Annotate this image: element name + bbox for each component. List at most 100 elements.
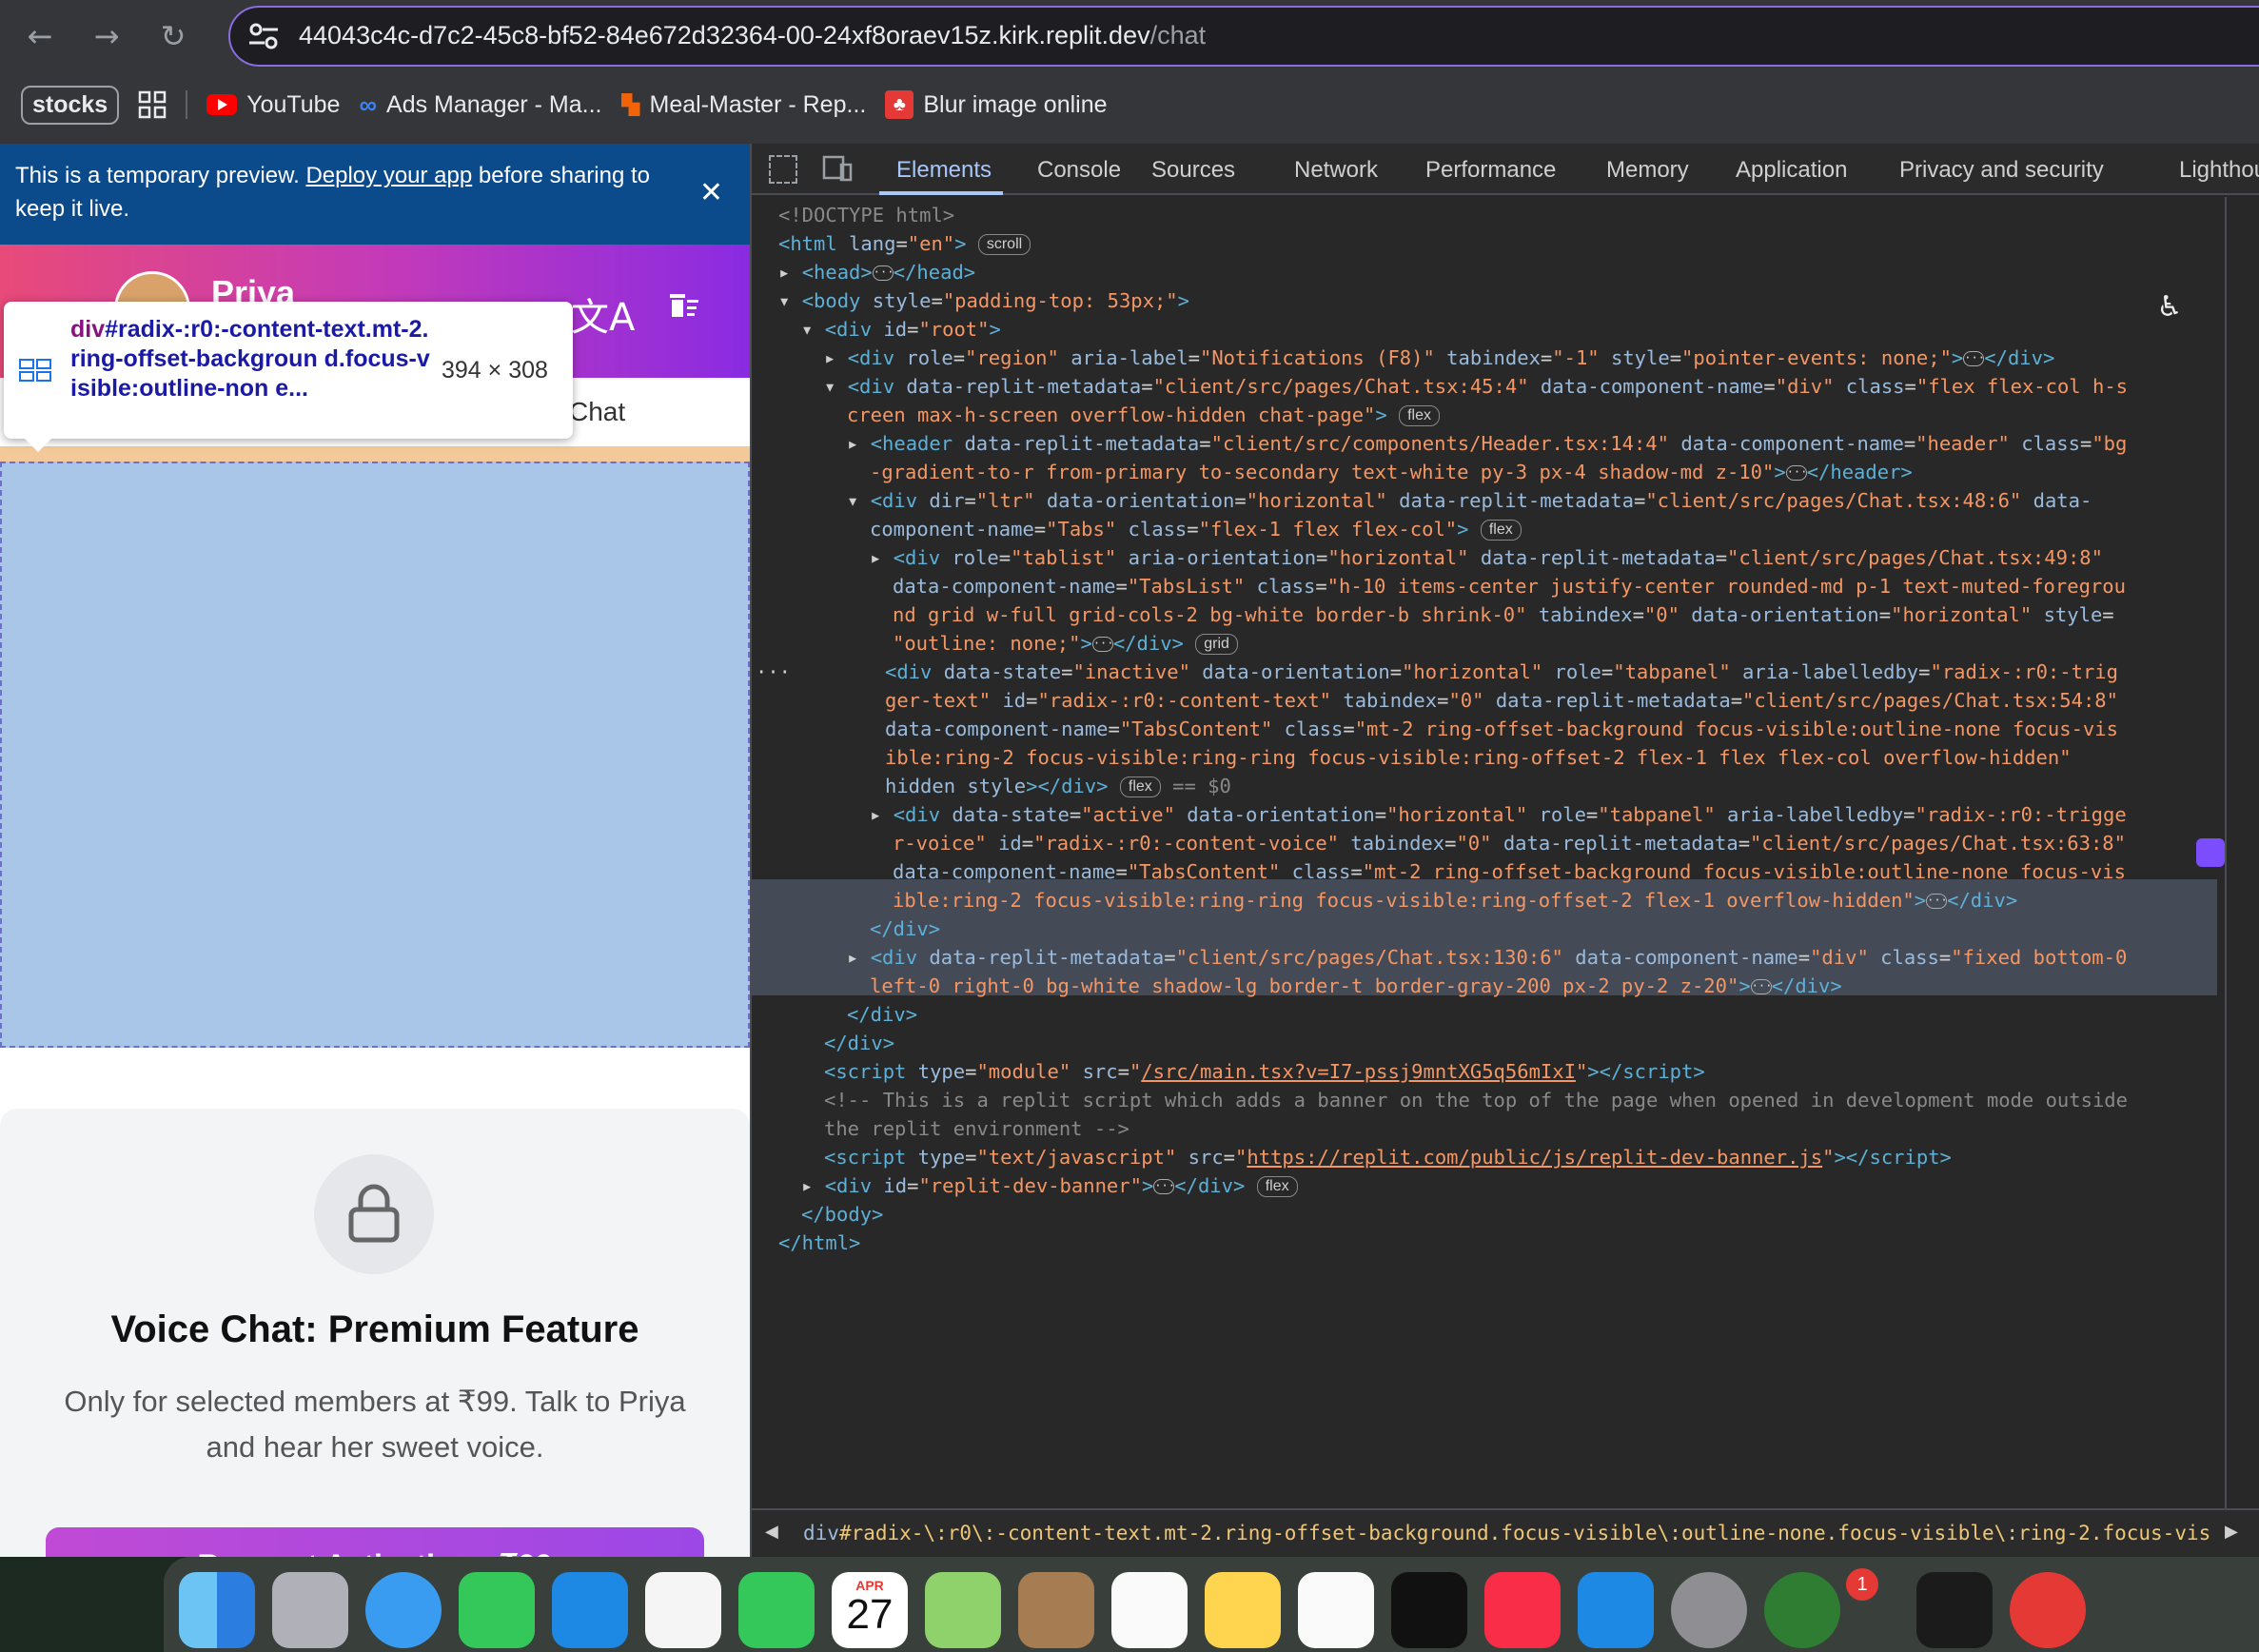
dom-line[interactable]: nd grid w-full grid-cols-2 bg-white bord… <box>893 600 2114 629</box>
inspected-element-highlight <box>0 462 750 1048</box>
tab-network[interactable]: Network <box>1294 157 1378 184</box>
dom-line[interactable]: </div> <box>870 914 940 943</box>
dom-line[interactable]: data-component-name="TabsList" class="h-… <box>893 572 2126 600</box>
dom-line[interactable]: <div data-state="inactive" data-orientat… <box>885 658 2118 686</box>
crumb-scroll-left-icon[interactable]: ◀ <box>765 1522 778 1542</box>
dom-line[interactable]: ▸ <header data-replit-metadata="client/s… <box>847 429 2127 458</box>
contacts-icon[interactable] <box>1018 1572 1094 1648</box>
dom-line[interactable]: <html lang="en"> scroll <box>778 229 1031 258</box>
dom-line[interactable]: </div> <box>847 1000 917 1029</box>
photos-icon[interactable] <box>645 1572 721 1648</box>
dom-line[interactable]: ▾ <div dir="ltr" data-orientation="horiz… <box>847 486 2092 515</box>
dom-line[interactable]: ▸ <div role="tablist" aria-orientation="… <box>870 543 2103 572</box>
dom-line[interactable]: ▾ <body style="padding-top: 53px;"> <box>778 286 1189 315</box>
reminders-icon[interactable] <box>1111 1572 1188 1648</box>
deploy-link[interactable]: Deploy your app <box>305 163 472 188</box>
app-store-icon[interactable] <box>1578 1572 1654 1648</box>
dom-line[interactable]: ▸ <div data-replit-metadata="client/src/… <box>847 943 2127 972</box>
back-icon[interactable]: ← <box>19 15 61 57</box>
styles-pane-edge[interactable] <box>2225 197 2259 1510</box>
chatgpt-icon[interactable] <box>1764 1572 1840 1648</box>
music-icon[interactable] <box>1484 1572 1561 1648</box>
dom-line[interactable]: hidden style></div> flex == $0 <box>885 772 1231 800</box>
messages-icon[interactable] <box>459 1572 535 1648</box>
dom-line[interactable]: </div> <box>824 1029 894 1057</box>
dom-line[interactable]: </body> <box>801 1200 883 1229</box>
maps-icon[interactable] <box>925 1572 1001 1648</box>
notes-icon[interactable] <box>1205 1572 1281 1648</box>
dom-line[interactable]: "outline: none;">···</div> grid <box>893 629 1238 658</box>
bookmark-stocks[interactable]: stocks <box>21 85 120 125</box>
dom-line[interactable]: ible:ring-2 focus-visible:ring-ring focu… <box>885 743 2072 772</box>
dom-line[interactable]: ible:ring-2 focus-visible:ring-ring focu… <box>893 886 2017 914</box>
dom-line[interactable]: ▸ <head>···</head> <box>778 258 975 286</box>
dom-line[interactable]: creen max-h-screen overflow-hidden chat-… <box>847 401 1440 429</box>
tab-elements[interactable]: Elements <box>896 157 992 184</box>
tab-memory[interactable]: Memory <box>1606 157 1689 184</box>
accessibility-icon[interactable]: ♿ <box>2151 288 2189 326</box>
dom-tree[interactable]: <!DOCTYPE html> <html lang="en"> scroll … <box>752 197 2225 1510</box>
bookmark-ads-manager[interactable]: ∞ Ads Manager - Ma... <box>359 90 601 120</box>
dom-line-selected-marker[interactable]: ··· <box>756 658 791 686</box>
dom-line[interactable]: ger-text" id="radix-:r0:-content-text" t… <box>885 686 2118 715</box>
freeform-icon[interactable] <box>1298 1572 1374 1648</box>
crumb-tag: div <box>803 1522 839 1544</box>
dom-line[interactable]: <script type="module" src="/src/main.tsx… <box>824 1057 1705 1086</box>
mail-icon[interactable] <box>552 1572 628 1648</box>
tab-application[interactable]: Application <box>1736 157 1847 184</box>
dom-line[interactable]: ▾ <div data-replit-metadata="client/src/… <box>824 372 2128 401</box>
reload-icon[interactable]: ↻ <box>152 15 194 57</box>
tab-voice-chat[interactable]: Chat <box>569 397 625 427</box>
safari-icon[interactable] <box>365 1572 442 1648</box>
close-icon[interactable]: ✕ <box>699 176 723 209</box>
site-settings-icon[interactable] <box>247 21 280 51</box>
dom-line[interactable]: ▸ <div data-state="active" data-orientat… <box>870 800 2127 829</box>
crumb-scroll-right-icon[interactable]: ▶ <box>2225 1522 2238 1542</box>
premium-card: Voice Chat: Premium Feature Only for sel… <box>0 1109 750 1557</box>
apps-grid-icon[interactable] <box>138 90 167 119</box>
dom-line[interactable]: <script type="text/javascript" src="http… <box>824 1143 1952 1171</box>
translate-icon[interactable]: 文A <box>571 286 635 342</box>
dom-line[interactable]: <!DOCTYPE html> <box>778 201 954 229</box>
bookmark-meal-master[interactable]: Meal-Master - Rep... <box>620 91 866 119</box>
dom-line[interactable]: ▸ <div id="replit-dev-banner">···</div> … <box>801 1171 1298 1200</box>
dom-line[interactable]: <!-- This is a replit script which adds … <box>824 1086 2128 1114</box>
lock-badge <box>314 1154 434 1274</box>
finder-icon[interactable] <box>179 1572 255 1648</box>
url-host: 44043c4c-d7c2-45c8-bf52-84e672d32364-00-… <box>299 21 1150 49</box>
tab-lighthouse[interactable]: Lighthouse <box>2179 157 2259 184</box>
tab-performance[interactable]: Performance <box>1425 157 1556 184</box>
system-settings-icon[interactable] <box>1671 1572 1747 1648</box>
dom-line[interactable]: data-component-name="TabsContent" class=… <box>893 857 2126 886</box>
dom-line[interactable]: </html> <box>778 1229 860 1257</box>
facetime-icon[interactable] <box>738 1572 815 1648</box>
inspect-element-icon[interactable] <box>769 155 797 184</box>
tab-sources[interactable]: Sources <box>1151 157 1235 184</box>
forward-icon[interactable]: → <box>86 15 128 57</box>
dom-line[interactable]: ▾ <div id="root"> <box>801 315 1001 344</box>
calendar-month: APR <box>855 1578 884 1593</box>
bookmark-blur-image[interactable]: ♣ Blur image online <box>885 90 1108 119</box>
app-icon[interactable] <box>1916 1572 1993 1648</box>
clear-chat-icon[interactable] <box>666 288 700 321</box>
dom-line[interactable]: the replit environment --> <box>824 1114 1130 1143</box>
launchpad-icon[interactable] <box>272 1572 348 1648</box>
ai-assist-icon[interactable] <box>2196 838 2225 867</box>
tab-console[interactable]: Console <box>1037 157 1121 184</box>
dom-line[interactable]: left-0 right-0 bg-white shadow-lg border… <box>870 972 1842 1000</box>
chrome-icon[interactable] <box>2010 1572 2086 1648</box>
dom-line[interactable]: r-voice" id="radix-:r0:-content-voice" t… <box>893 829 2126 857</box>
dom-breadcrumb[interactable]: div#radix-\:r0\:-content-text.mt-2.ring-… <box>803 1522 2211 1544</box>
dom-line[interactable]: ▸ <div role="region" aria-label="Notific… <box>824 344 2054 372</box>
dom-line[interactable]: data-component-name="TabsContent" class=… <box>885 715 2118 743</box>
bookmark-youtube[interactable]: YouTube <box>206 91 340 119</box>
dom-line[interactable]: -gradient-to-r from-primary to-secondary… <box>870 458 1913 486</box>
preview-text: This is a temporary preview. <box>15 163 306 188</box>
address-bar[interactable]: 44043c4c-d7c2-45c8-bf52-84e672d32364-00-… <box>228 6 2259 67</box>
dom-line[interactable]: component-name="Tabs" class="flex-1 flex… <box>870 515 1522 543</box>
apple-tv-icon[interactable] <box>1391 1572 1467 1648</box>
request-activation-button[interactable]: Request Activation - ₹99 <box>46 1527 704 1557</box>
calendar-icon[interactable]: APR 27 <box>832 1572 908 1648</box>
device-toolbar-icon[interactable] <box>822 155 853 182</box>
tab-privacy-security[interactable]: Privacy and security <box>1899 157 2104 184</box>
